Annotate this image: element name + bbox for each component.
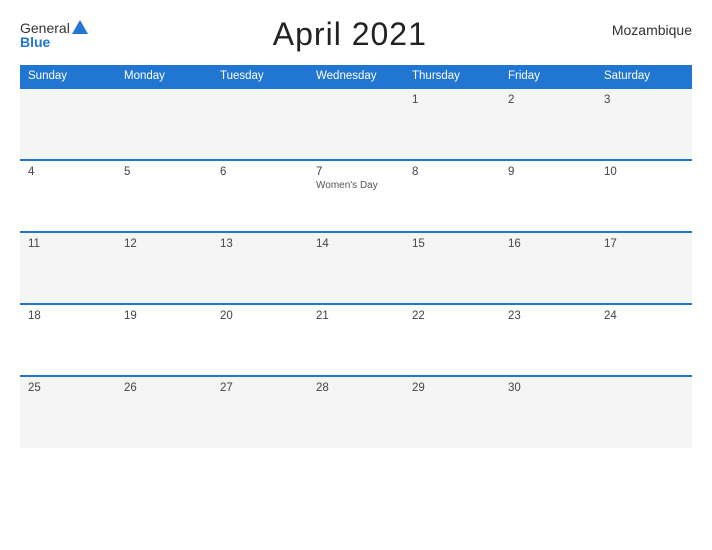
logo: General Blue <box>20 21 88 49</box>
calendar-cell: 13 <box>212 232 308 304</box>
calendar-cell: 4 <box>20 160 116 232</box>
calendar-cell: 26 <box>116 376 212 448</box>
calendar-week-row: 18 19 20 21 22 23 24 <box>20 304 692 376</box>
col-wednesday: Wednesday <box>308 65 404 88</box>
col-saturday: Saturday <box>596 65 692 88</box>
day-number: 18 <box>28 310 108 322</box>
page: General Blue April 2021 Mozambique Sunda… <box>0 0 712 550</box>
day-number: 11 <box>28 238 108 250</box>
calendar-header-row: Sunday Monday Tuesday Wednesday Thursday… <box>20 65 692 88</box>
calendar-cell: 7 Women's Day <box>308 160 404 232</box>
day-number: 12 <box>124 238 204 250</box>
day-number: 21 <box>316 310 396 322</box>
calendar-cell: 27 <box>212 376 308 448</box>
calendar-cell: 24 <box>596 304 692 376</box>
calendar-cell: 11 <box>20 232 116 304</box>
calendar-cell: 14 <box>308 232 404 304</box>
day-number: 3 <box>604 94 684 106</box>
calendar-cell: 9 <box>500 160 596 232</box>
logo-blue-text: Blue <box>20 35 88 49</box>
day-number: 16 <box>508 238 588 250</box>
day-number: 20 <box>220 310 300 322</box>
calendar-cell: 19 <box>116 304 212 376</box>
calendar-cell: 22 <box>404 304 500 376</box>
calendar-cell <box>212 88 308 160</box>
calendar-cell: 1 <box>404 88 500 160</box>
calendar-cell: 30 <box>500 376 596 448</box>
logo-triangle-icon <box>72 20 88 34</box>
day-number: 30 <box>508 382 588 394</box>
day-number: 27 <box>220 382 300 394</box>
day-number: 15 <box>412 238 492 250</box>
header: General Blue April 2021 Mozambique <box>20 16 692 53</box>
day-number: 26 <box>124 382 204 394</box>
col-tuesday: Tuesday <box>212 65 308 88</box>
calendar-cell: 18 <box>20 304 116 376</box>
calendar-cell: 29 <box>404 376 500 448</box>
calendar-cell: 5 <box>116 160 212 232</box>
day-number: 24 <box>604 310 684 322</box>
day-number: 29 <box>412 382 492 394</box>
day-number: 25 <box>28 382 108 394</box>
month-title: April 2021 <box>273 16 427 53</box>
holiday-label: Women's Day <box>316 180 396 191</box>
calendar-week-row: 1 2 3 <box>20 88 692 160</box>
calendar-cell: 2 <box>500 88 596 160</box>
calendar-cell <box>20 88 116 160</box>
day-number: 13 <box>220 238 300 250</box>
calendar-cell: 15 <box>404 232 500 304</box>
day-number: 6 <box>220 166 300 178</box>
col-monday: Monday <box>116 65 212 88</box>
calendar-cell: 10 <box>596 160 692 232</box>
day-number: 22 <box>412 310 492 322</box>
day-number: 4 <box>28 166 108 178</box>
day-number: 9 <box>508 166 588 178</box>
calendar-cell <box>116 88 212 160</box>
calendar-cell <box>596 376 692 448</box>
calendar-cell: 3 <box>596 88 692 160</box>
day-number: 28 <box>316 382 396 394</box>
calendar-cell: 17 <box>596 232 692 304</box>
day-number: 23 <box>508 310 588 322</box>
day-number: 19 <box>124 310 204 322</box>
day-number: 2 <box>508 94 588 106</box>
day-number: 1 <box>412 94 492 106</box>
logo-general-text: General <box>20 21 70 35</box>
day-number: 10 <box>604 166 684 178</box>
calendar-cell: 21 <box>308 304 404 376</box>
calendar-cell: 20 <box>212 304 308 376</box>
calendar-cell: 6 <box>212 160 308 232</box>
calendar-week-row: 25 26 27 28 29 30 <box>20 376 692 448</box>
calendar-table: Sunday Monday Tuesday Wednesday Thursday… <box>20 65 692 448</box>
col-friday: Friday <box>500 65 596 88</box>
col-thursday: Thursday <box>404 65 500 88</box>
country-label: Mozambique <box>612 22 692 38</box>
calendar-cell: 16 <box>500 232 596 304</box>
day-number: 17 <box>604 238 684 250</box>
calendar-cell <box>308 88 404 160</box>
calendar-cell: 25 <box>20 376 116 448</box>
calendar-cell: 12 <box>116 232 212 304</box>
col-sunday: Sunday <box>20 65 116 88</box>
day-number: 14 <box>316 238 396 250</box>
calendar-cell: 23 <box>500 304 596 376</box>
calendar-cell: 8 <box>404 160 500 232</box>
calendar-week-row: 4 5 6 7 Women's Day 8 9 10 <box>20 160 692 232</box>
day-number: 7 <box>316 166 396 178</box>
day-number: 8 <box>412 166 492 178</box>
day-number: 5 <box>124 166 204 178</box>
calendar-week-row: 11 12 13 14 15 16 17 <box>20 232 692 304</box>
calendar-cell: 28 <box>308 376 404 448</box>
